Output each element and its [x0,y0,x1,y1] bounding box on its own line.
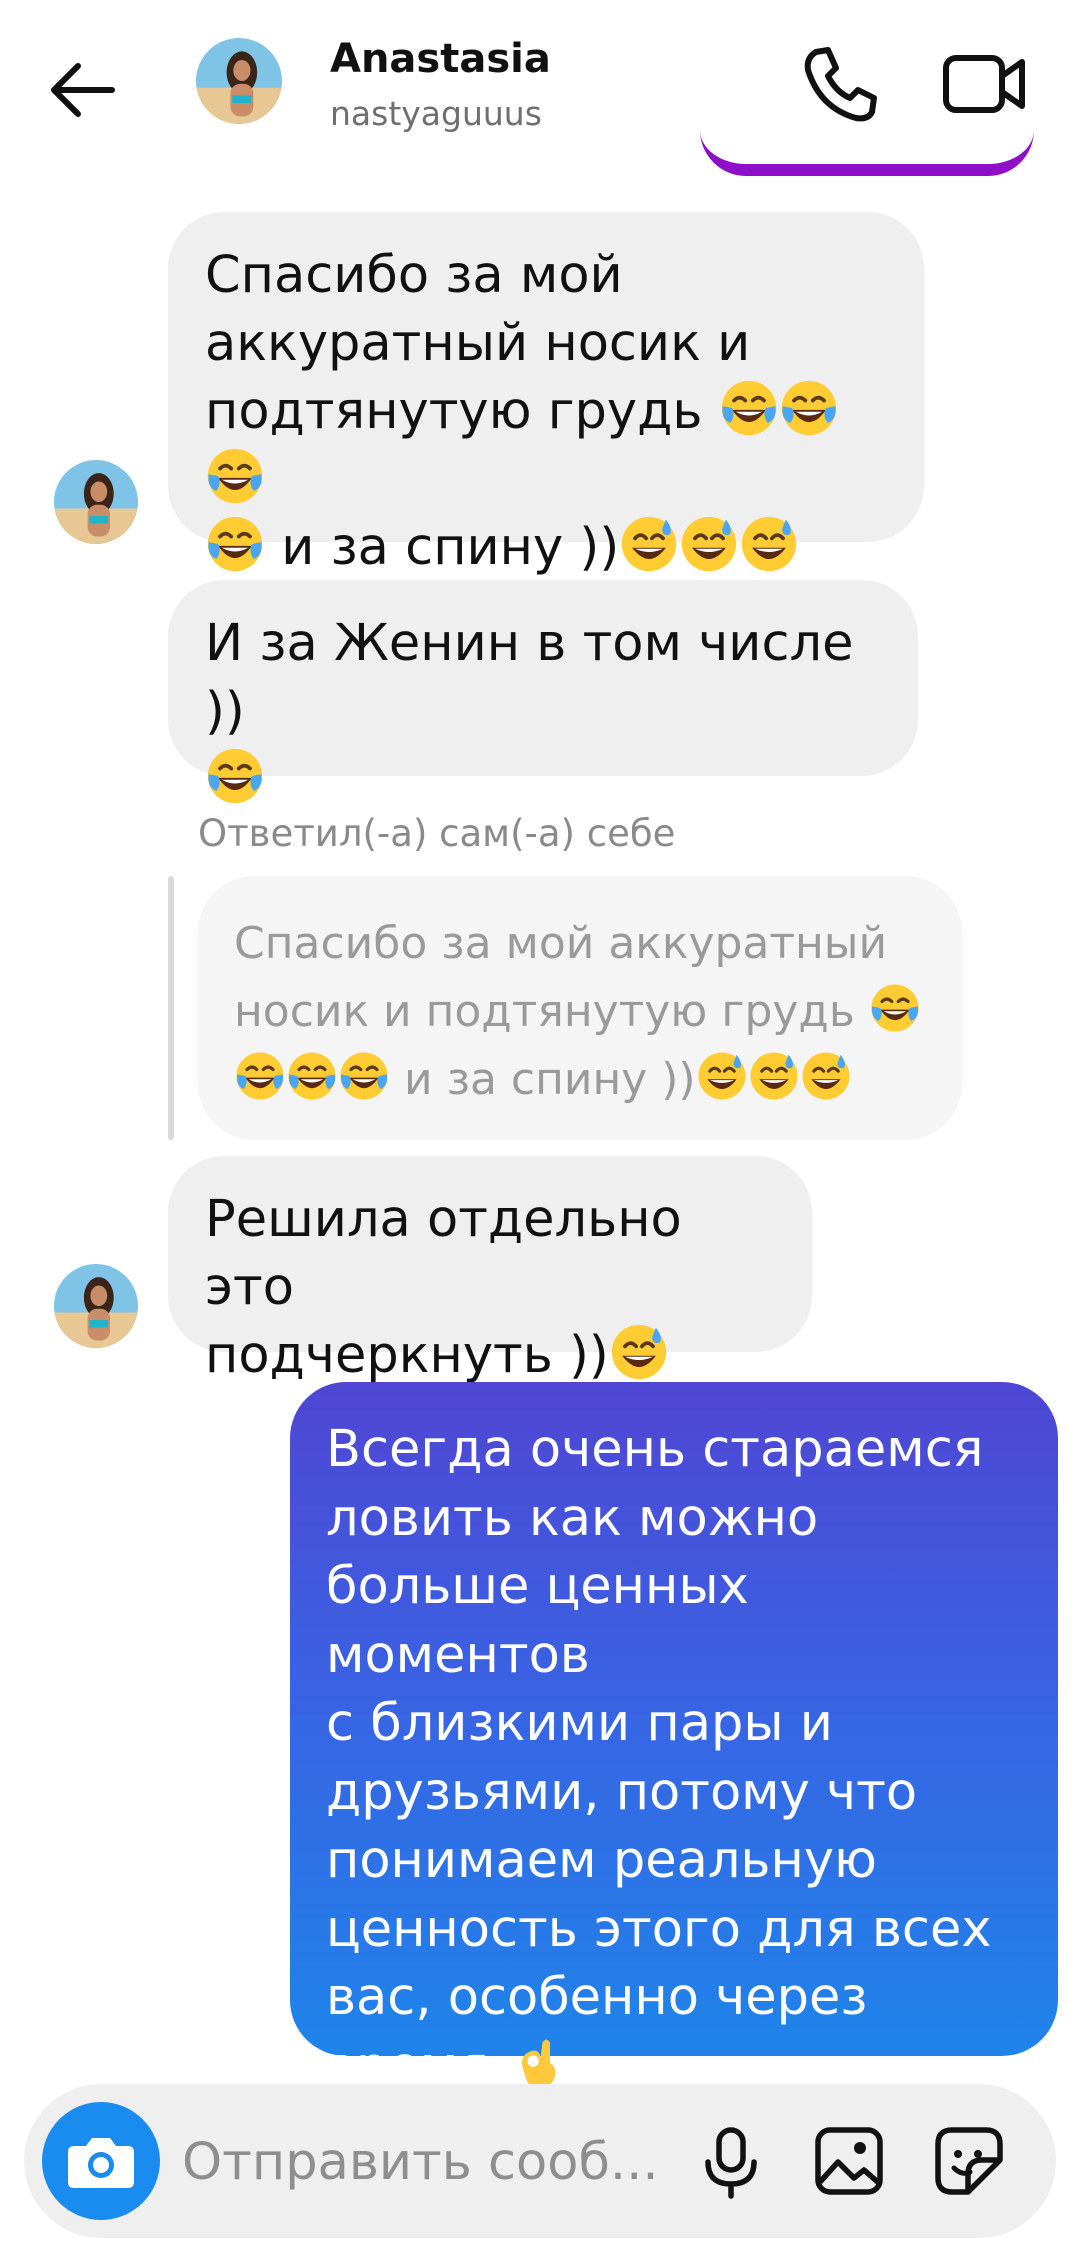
back-button[interactable] [44,50,124,130]
call-button[interactable] [794,40,884,130]
message-line: подчеркнуть )) [205,1326,609,1385]
image-icon [815,2127,883,2195]
message-line: Решила отдельно это [205,1190,698,1317]
message-text: Спасибо за мой аккуратный носик и подтян… [205,242,894,582]
message-input[interactable] [180,2122,674,2204]
sweat-smile-emoji-icon [748,1050,800,1102]
video-camera-icon [943,55,1025,113]
laugh-emoji-icon [719,378,779,438]
reply-label: Ответил(-а) сам(-а) себе [198,812,676,855]
quote-line: и за спину )) [390,1054,696,1105]
contact-name[interactable]: Anastasia [330,36,551,82]
camera-icon [68,2138,134,2188]
incoming-message[interactable]: Спасибо за мой аккуратный носик и подтян… [168,212,924,577]
sender-avatar[interactable] [54,460,138,544]
sweat-smile-emoji-icon [679,514,739,574]
message-line: Всегда очень стараемся [326,1420,984,1479]
message-text: И за Женин в том числе )) [205,610,888,814]
video-call-button[interactable] [940,44,1030,124]
message-line: Спасибо за мой [205,246,623,305]
message-line: И за Женин в том числе )) [205,614,870,741]
contact-username[interactable]: nastyaguuus [330,94,542,133]
message-text: Решила отдельно это подчеркнуть )) [205,1186,782,1390]
arrow-left-icon [51,63,115,117]
message-line: друзьями, потому что [326,1762,918,1822]
incoming-message[interactable]: Решила отдельно это подчеркнуть )) [168,1156,812,1385]
laugh-emoji-icon [338,1050,390,1102]
sweat-smile-emoji-icon [609,1322,669,1382]
avatar-image [54,1264,138,1348]
message-line: ловить как можно [326,1488,819,1548]
message-line: больше ценных моментов [326,1557,766,1685]
incoming-message[interactable]: И за Женин в том числе )) [168,580,918,776]
message-line: аккуратный носик и [205,314,751,373]
quote-line: Спасибо за мой аккуратный [234,918,888,969]
message-line: вас, особенно через [326,1968,868,2027]
message-text: Всегда очень стараемся ловить как можно … [326,1416,1028,2101]
sweat-smile-emoji-icon [739,514,799,574]
quote-line: носик и подтянутую грудь [234,986,855,1037]
laugh-emoji-icon [286,1050,338,1102]
avatar-image [196,38,282,124]
sweat-smile-emoji-icon [619,514,679,574]
camera-button[interactable] [42,2102,160,2220]
message-line: и за спину )) [265,518,620,577]
quoted-message[interactable]: Спасибо за мой аккуратный носик и подтян… [198,876,962,1140]
outgoing-message[interactable]: Всегда очень стараемся ловить как можно … [290,1382,1058,2096]
quoted-text: Спасибо за мой аккуратный носик и подтян… [234,910,932,1114]
laugh-emoji-icon [205,746,265,806]
phone-icon [804,47,877,122]
message-line: понимаем реальную [326,1831,877,1890]
message-composer [24,2084,1056,2238]
message-line: подтянутую грудь [205,382,703,441]
laugh-emoji-icon [205,446,265,506]
message-line: с близкими пары и [326,1694,833,1753]
laugh-emoji-icon [779,378,839,438]
previous-message-bubble-edge [700,120,1034,176]
sender-avatar[interactable] [54,1264,138,1348]
voice-message-button[interactable] [690,2120,772,2202]
sweat-smile-emoji-icon [800,1050,852,1102]
message-line: ценность этого для всех [326,1899,992,1959]
laugh-emoji-icon [869,982,921,1034]
gallery-button[interactable] [808,2120,890,2202]
microphone-icon [705,2127,757,2199]
sticker-button[interactable] [928,2120,1010,2202]
reply-divider [168,876,174,1140]
avatar-image [54,460,138,544]
sweat-smile-emoji-icon [696,1050,748,1102]
laugh-emoji-icon [205,514,265,574]
contact-avatar[interactable] [196,38,282,124]
sticker-icon [935,2127,1003,2195]
laugh-emoji-icon [234,1050,286,1102]
